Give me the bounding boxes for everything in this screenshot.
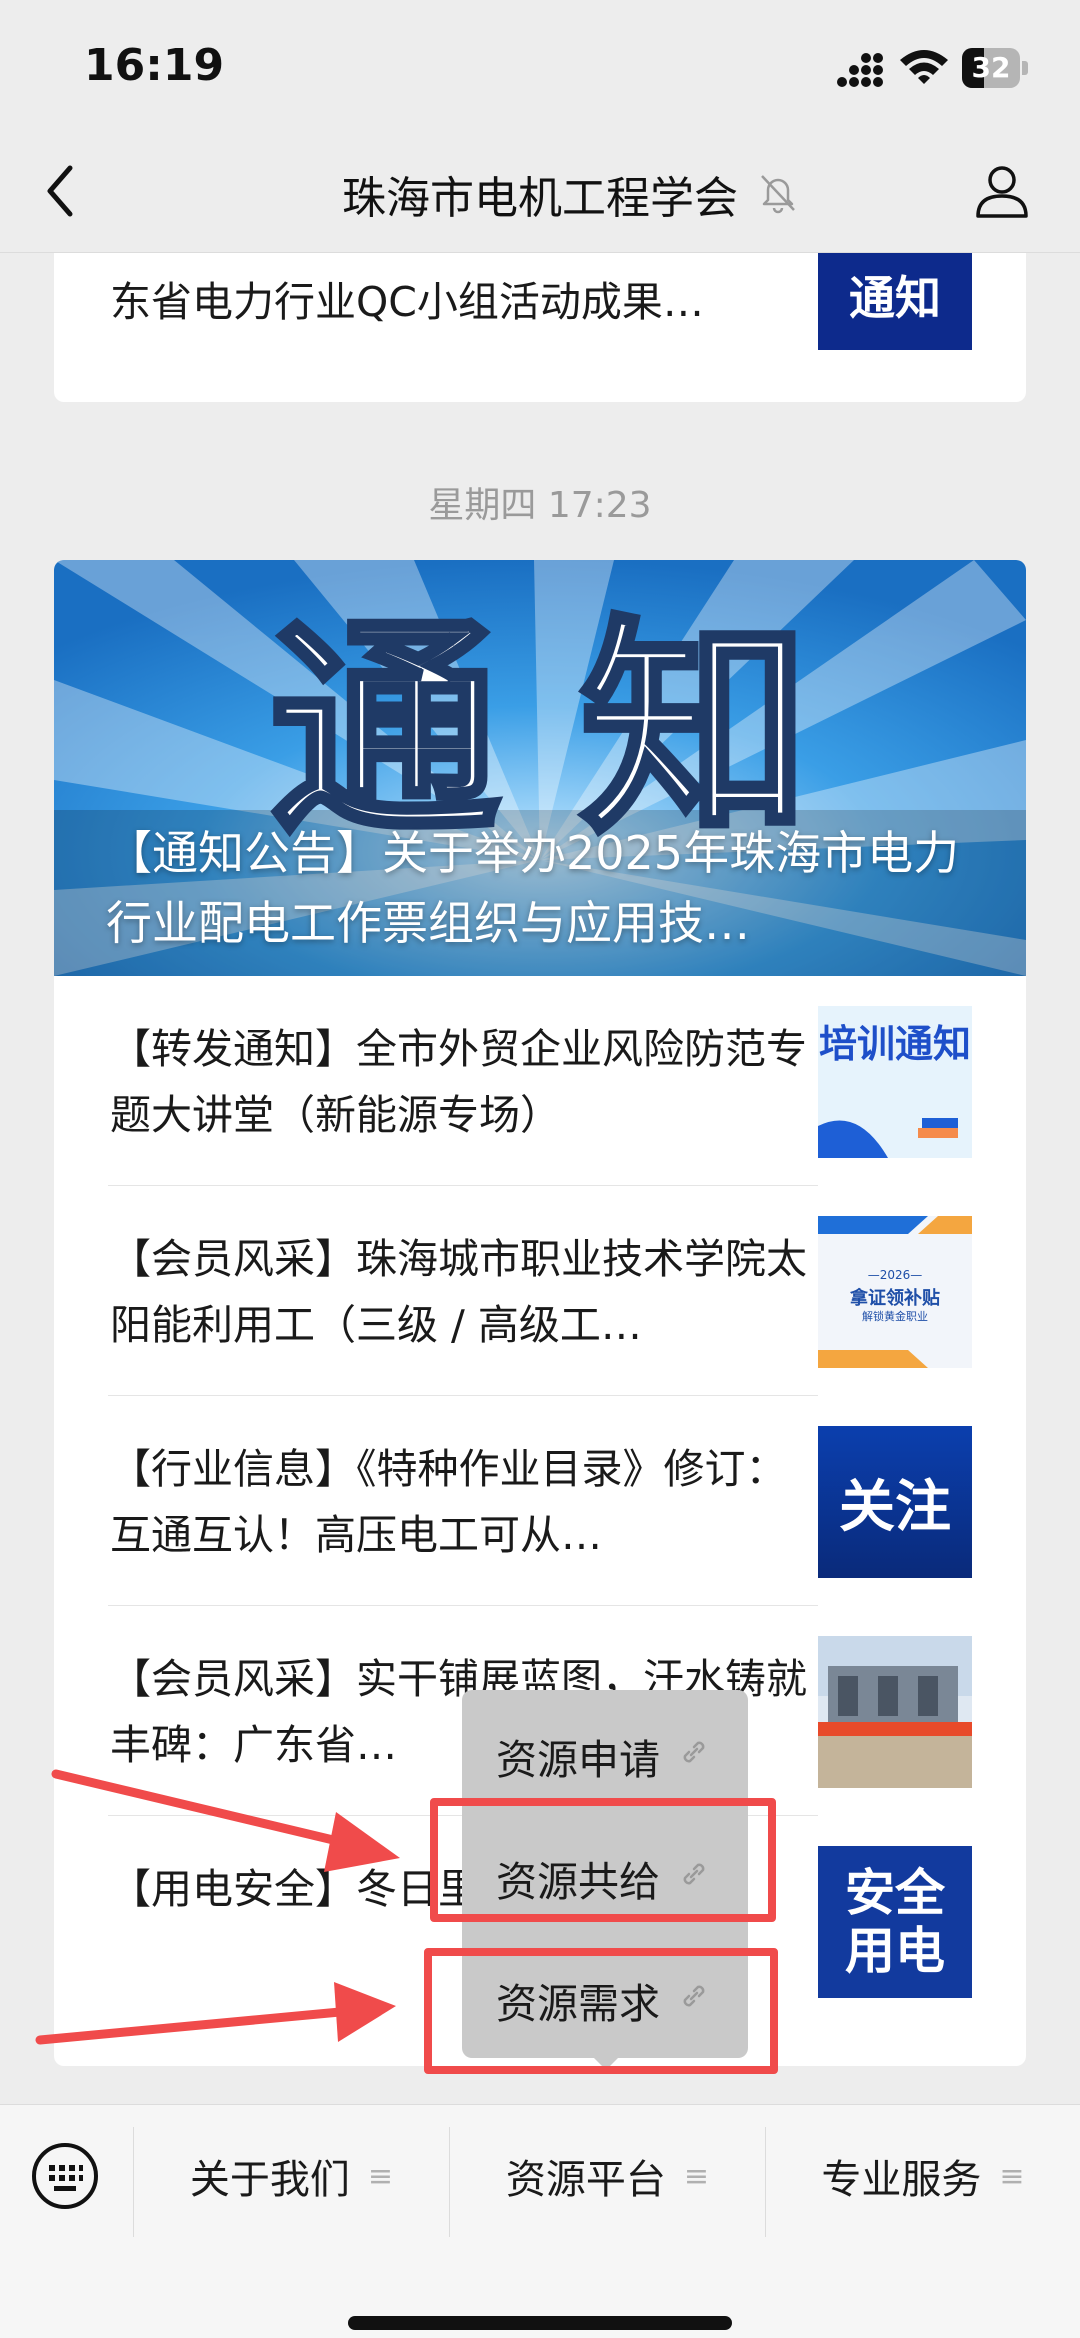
- thumb-main: 拿证领补贴: [850, 1288, 940, 1309]
- menu-professional-services[interactable]: 专业服务 ≡: [766, 2141, 1080, 2211]
- submenu-item-resource-apply[interactable]: 资源申请: [462, 1690, 748, 1808]
- list-item-title: 【转发通知】全市外贸企业风险防范专题大讲堂（新能源专场）: [110, 1025, 807, 1139]
- page-title: 珠海市电机工程学会: [342, 173, 738, 224]
- wifi-icon: [900, 50, 948, 84]
- nav-bar: 珠海市电机工程学会: [0, 130, 1080, 253]
- cover-article[interactable]: 通 知 【通知公告】关于举办2025年珠海市电力行业配电工作票组织与应用技…: [54, 560, 1026, 976]
- battery-icon: 32: [962, 48, 1028, 88]
- thumb-text: 关注: [839, 1474, 951, 1540]
- list-item-3[interactable]: 【行业信息】《特种作业目录》修订：互通互认！高压电工可从… 关注: [54, 1396, 1026, 1606]
- list-item-thumbnail: 关注: [818, 1426, 972, 1578]
- message-timestamp: 星期四 17:23: [428, 485, 652, 526]
- menu-label: 资源平台: [505, 2157, 666, 2203]
- menu-label: 专业服务: [821, 2157, 982, 2203]
- keyboard-icon[interactable]: [30, 2141, 100, 2211]
- thumb-year: —2026—: [867, 1268, 923, 1282]
- link-icon: [683, 1741, 705, 1763]
- list-item-thumbnail: 培训通知: [818, 1006, 972, 1158]
- menu-lines-icon: ≡: [367, 2158, 394, 2194]
- mute-bell-icon: [761, 175, 795, 214]
- home-indicator[interactable]: [348, 2316, 732, 2330]
- article-thumbnail: 通知: [818, 240, 972, 350]
- highlight-box-demand: [424, 1948, 778, 2074]
- menu-about-us[interactable]: 关于我们 ≡: [134, 2141, 449, 2211]
- highlight-box-supply: [430, 1798, 776, 1922]
- list-item-1[interactable]: 【转发通知】全市外贸企业风险防范专题大讲堂（新能源专场） 培训通知: [54, 976, 1026, 1186]
- list-item-title: 【行业信息】《特种作业目录》修订：互通互认！高压电工可从…: [110, 1445, 787, 1559]
- list-item-2[interactable]: 【会员风采】珠海城市职业技术学院太阳能利用工（三级 / 高级工… —2026— …: [54, 1186, 1026, 1396]
- menu-label: 关于我们: [189, 2157, 350, 2203]
- cellular-signal-icon: [837, 53, 883, 87]
- menu-lines-icon: ≡: [683, 2158, 710, 2194]
- submenu-item-label: 资源申请: [496, 1736, 660, 1784]
- menu-lines-icon: ≡: [999, 2158, 1025, 2194]
- thumb-text: 培训通知: [818, 1022, 971, 1066]
- bottom-menu-bar: 关于我们 ≡ 资源平台 ≡ 专业服务 ≡: [0, 2104, 1080, 2338]
- battery-level: 32: [971, 51, 1011, 84]
- cover-article-title: 【通知公告】关于举办2025年珠海市电力行业配电工作票组织与应用技…: [106, 826, 960, 950]
- menu-resource-platform[interactable]: 资源平台 ≡: [450, 2141, 765, 2211]
- status-bar: 16:19 32: [0, 0, 1080, 130]
- list-item-title: 【会员风采】珠海城市职业技术学院太阳能利用工（三级 / 高级工…: [110, 1235, 807, 1349]
- list-item-thumbnail: —2026— 拿证领补贴 解锁黄金职业: [818, 1216, 972, 1368]
- thumb-sub: 解锁黄金职业: [862, 1310, 928, 1323]
- profile-icon[interactable]: [972, 160, 1032, 220]
- list-item-thumbnail: 安全用电: [818, 1846, 972, 1998]
- list-item-thumbnail: [818, 1636, 972, 1788]
- thumb-text: 安全用电: [845, 1864, 945, 1980]
- status-time: 16:19: [84, 40, 225, 91]
- article-title: 东省电力行业QC小组活动成果…: [110, 278, 704, 326]
